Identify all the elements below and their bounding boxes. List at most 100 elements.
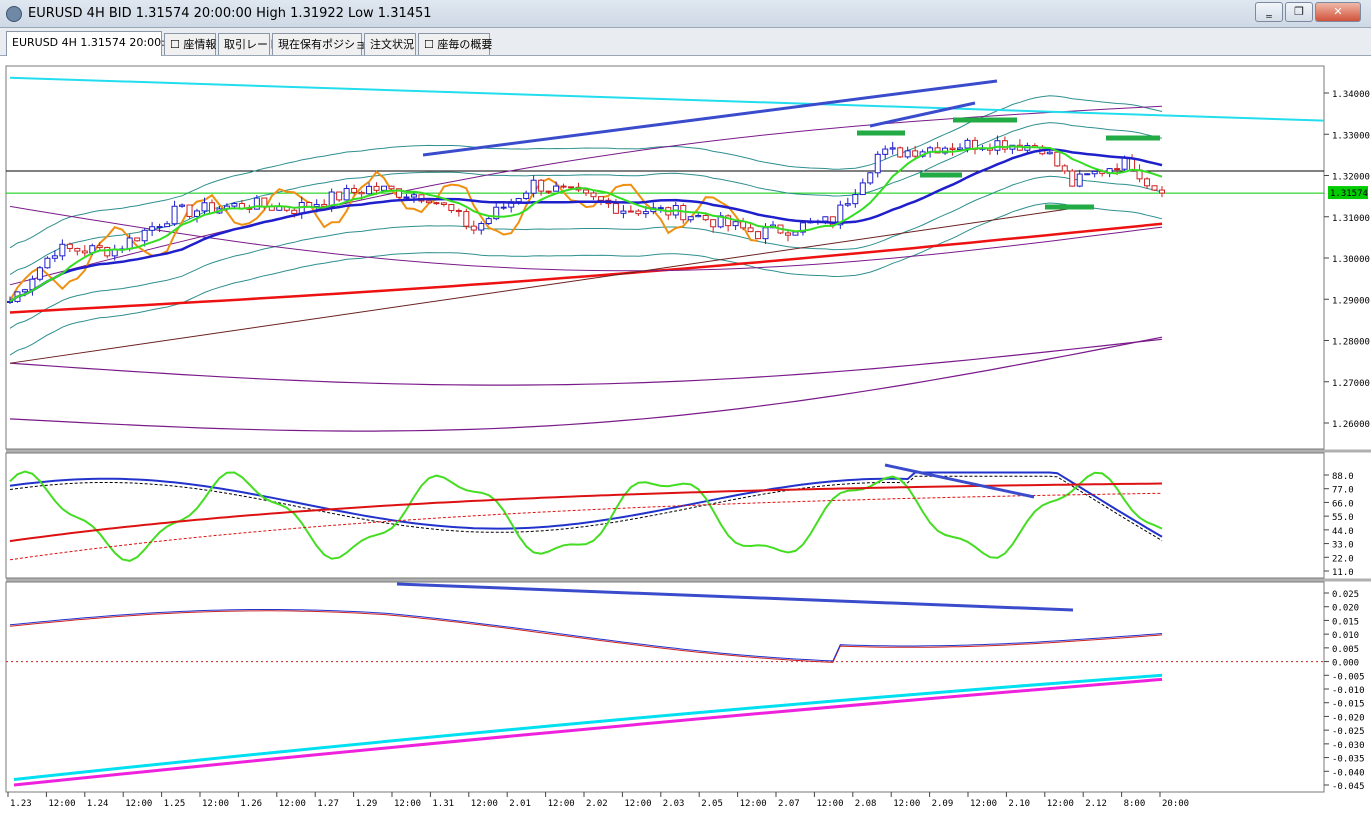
candle-body	[822, 216, 829, 222]
candle-body	[358, 191, 365, 195]
minimize-button[interactable]: ‗	[1255, 2, 1283, 22]
candle-body	[1069, 170, 1076, 187]
x-axis-label-25: 12:00	[970, 799, 997, 809]
candle-body	[21, 289, 28, 293]
candle-body	[538, 179, 545, 192]
candle-body	[74, 247, 81, 252]
candle-body	[627, 210, 634, 213]
x-axis-label-23: 12:00	[893, 799, 920, 809]
candle-body	[762, 227, 769, 240]
macd-axis-tick-6: -0.005	[1332, 672, 1365, 682]
candle-body	[111, 249, 118, 257]
x-axis-label-21: 12:00	[816, 799, 843, 809]
close-button[interactable]: ✕	[1315, 2, 1361, 22]
candle-body	[156, 226, 163, 229]
tab-chart-eurusd[interactable]: EURUSD 4H 1.31574 20:00:00	[6, 31, 179, 56]
window-title: EURUSD 4H BID 1.31574 20:00:00 High 1.31…	[28, 6, 432, 21]
candle-body	[852, 194, 859, 205]
osc-axis-tick-7: 11.0	[1332, 568, 1354, 578]
tab-orders[interactable]: 注文状況	[364, 33, 416, 55]
candle-body	[590, 192, 597, 198]
candle-body	[904, 150, 911, 158]
candle-body	[171, 205, 178, 225]
x-axis-label-18: 2.05	[701, 799, 723, 809]
osc-axis-tick-1: 77.0	[1332, 486, 1354, 496]
candle-body	[134, 237, 141, 242]
x-axis-label-15: 2.02	[586, 799, 608, 809]
candle-body	[994, 140, 1001, 151]
chart-area[interactable]: 1.34000 1.33000 1.32000 1.31000 1.30000 1.290…	[0, 56, 1371, 812]
candle-body	[597, 196, 604, 201]
candle-body	[66, 243, 73, 249]
chart-window-icon	[6, 6, 22, 22]
price-axis-tick-0: 1.34000	[1332, 90, 1370, 100]
macd-axis-tick-2: 0.015	[1332, 617, 1359, 627]
osc-axis-tick-2: 66.0	[1332, 499, 1354, 509]
candle-body	[1151, 185, 1158, 191]
candle-body	[201, 202, 208, 212]
candle-body	[897, 147, 904, 158]
candle-body	[1054, 151, 1061, 167]
macd-axis-tick-14: -0.045	[1332, 782, 1365, 792]
candle-body	[194, 210, 201, 217]
candle-body	[149, 226, 156, 231]
macd-axis-tick-1: 0.020	[1332, 604, 1359, 614]
candle-body	[964, 139, 971, 149]
candle-body	[874, 153, 881, 174]
candle-body	[336, 191, 343, 201]
x-axis-label-4: 1.25	[164, 799, 186, 809]
x-axis-label-8: 1.27	[317, 799, 339, 809]
x-axis-label-20: 2.07	[778, 799, 800, 809]
macd-axis-tick-11: -0.030	[1332, 741, 1365, 751]
candle-body	[1114, 168, 1121, 171]
current-price-label: 1.31574	[1330, 189, 1368, 199]
candle-body	[1144, 178, 1151, 187]
candle-body	[208, 202, 215, 214]
osc-axis-tick-6: 22.0	[1332, 554, 1354, 564]
candle-body	[583, 189, 589, 194]
x-axis-label-13: 2.01	[509, 799, 531, 809]
tab-open-positions[interactable]: 現在保有ポジション	[272, 33, 377, 55]
candle-body	[755, 231, 762, 240]
candle-body	[792, 231, 799, 236]
candle-body	[36, 267, 43, 280]
x-axis-label-26: 2.10	[1008, 799, 1030, 809]
price-axis-tick-8: 1.26000	[1332, 420, 1370, 430]
price-axis-tick-1: 1.33000	[1332, 131, 1370, 141]
candle-body	[957, 147, 964, 150]
candle-body	[889, 147, 896, 150]
candle-body	[1091, 170, 1098, 175]
candle-body	[1061, 165, 1068, 172]
candle-body	[425, 200, 432, 204]
macd-axis-tick-4: 0.005	[1332, 645, 1359, 655]
candle-body	[470, 225, 477, 231]
candle-body	[1159, 189, 1165, 194]
candle-body	[642, 211, 649, 215]
candle-body	[530, 179, 537, 194]
candle-body	[373, 185, 380, 191]
window-titlebar: EURUSD 4H BID 1.31574 20:00:00 High 1.31…	[0, 0, 1371, 28]
candle-body	[440, 202, 447, 206]
x-axis-label-14: 12:00	[548, 799, 575, 809]
price-chart-svg[interactable]: 1.340001.330001.320001.310001.300001.290…	[0, 56, 1371, 812]
osc-axis-tick-0: 88.0	[1332, 472, 1354, 482]
macd-axis-tick-10: -0.025	[1332, 727, 1365, 737]
candle-body	[553, 185, 560, 192]
candle-body	[784, 232, 791, 236]
candle-body	[381, 185, 388, 191]
candle-body	[96, 245, 103, 248]
price-axis-tick-5: 1.29000	[1332, 296, 1370, 306]
candle-body	[164, 223, 171, 228]
restore-button[interactable]: ❐	[1285, 2, 1313, 22]
tab-trade-rates[interactable]: 取引レート	[218, 33, 279, 55]
candle-body	[463, 211, 470, 227]
candle-body	[478, 223, 485, 231]
candle-body	[455, 210, 462, 213]
candle-body	[859, 182, 866, 196]
macd-axis-tick-0: 0.025	[1332, 590, 1359, 600]
tab-account-summary[interactable]: ☐ 座毎の概要	[418, 33, 492, 55]
tab-account-info[interactable]: ☐ 座情報	[164, 33, 216, 55]
candle-body	[732, 221, 739, 227]
x-axis-label-27: 12:00	[1047, 799, 1074, 809]
price-axis-tick-2: 1.32000	[1332, 173, 1370, 183]
